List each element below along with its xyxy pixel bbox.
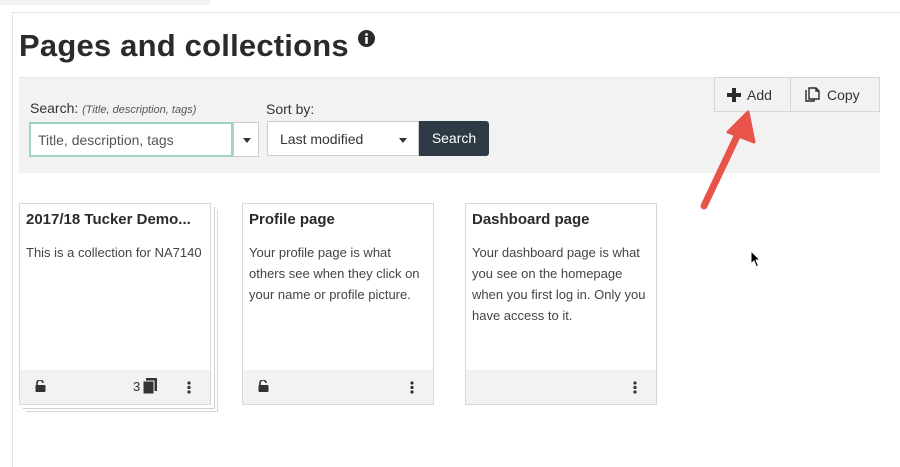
card-footer [243, 370, 433, 404]
mouse-cursor-icon [750, 250, 762, 268]
chevron-down-icon [243, 138, 251, 143]
card-footer [466, 370, 656, 404]
card-title[interactable]: Dashboard page [472, 211, 650, 228]
top-shade [0, 0, 210, 5]
sort-label: Sort by: [266, 101, 315, 117]
page-title: Pages and collections [19, 28, 349, 63]
info-circle-icon[interactable] [358, 30, 375, 47]
copy-icon [805, 86, 820, 102]
page-count: 3 [133, 379, 141, 394]
more-options-icon[interactable] [633, 381, 637, 394]
search-hint: (Title, description, tags) [82, 104, 197, 116]
page-card[interactable]: Profile page Your profile page is what o… [242, 203, 434, 405]
pages-icon [142, 378, 157, 394]
card-description: Your dashboard page is what you see on t… [472, 245, 646, 323]
search-input[interactable]: Title, description, tags [29, 122, 233, 157]
chevron-down-icon [399, 138, 407, 143]
collection-card[interactable]: 2017/18 Tucker Demo... This is a collect… [19, 203, 211, 405]
more-options-icon[interactable] [410, 381, 414, 394]
annotation-arrow [700, 110, 756, 210]
page-card[interactable]: Dashboard page Your dashboard page is wh… [465, 203, 657, 405]
unlock-icon [258, 380, 269, 392]
sort-select[interactable]: Last modified [267, 121, 419, 156]
sort-value: Last modified [280, 131, 364, 147]
copy-label: Copy [827, 86, 860, 103]
unlock-icon [35, 380, 46, 392]
search-scope-dropdown[interactable] [233, 122, 259, 157]
search-label-text: Search: [30, 100, 79, 116]
card-description: This is a collection for NA7140 [26, 245, 202, 260]
card-title[interactable]: 2017/18 Tucker Demo... [26, 211, 204, 228]
card-title[interactable]: Profile page [249, 211, 427, 228]
card-description: Your profile page is what others see whe… [249, 245, 420, 302]
search-label: Search: (Title, description, tags) [30, 100, 196, 116]
copy-button[interactable]: Copy [791, 77, 880, 112]
search-button[interactable]: Search [419, 121, 489, 156]
more-options-icon[interactable] [187, 381, 191, 394]
card-footer: 3 [20, 370, 210, 404]
